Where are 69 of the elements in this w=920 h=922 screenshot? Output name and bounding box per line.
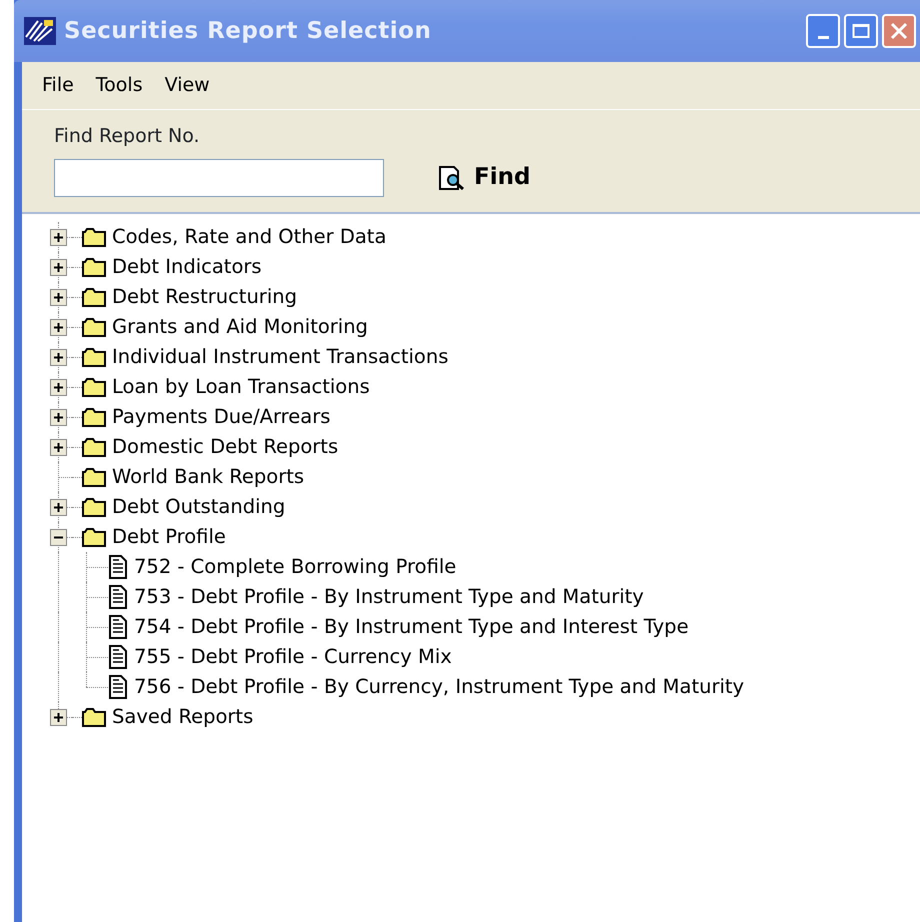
- document-icon: [108, 615, 128, 639]
- expand-toggle[interactable]: [50, 439, 67, 456]
- app-logo-icon: [24, 17, 56, 45]
- expand-toggle[interactable]: [50, 409, 67, 426]
- plus-icon: [54, 233, 63, 242]
- folder-icon: [82, 377, 106, 397]
- folder-node[interactable]: Payments Due/Arrears: [112, 402, 330, 432]
- plus-icon: [54, 293, 63, 302]
- folder-node[interactable]: Codes, Rate and Other Data: [112, 222, 386, 252]
- folder-node[interactable]: Grants and Aid Monitoring: [112, 312, 368, 342]
- plus-icon: [54, 353, 63, 362]
- folder-node[interactable]: World Bank Reports: [112, 462, 304, 492]
- minimize-icon: [818, 36, 828, 38]
- expand-toggle[interactable]: [50, 349, 67, 366]
- plus-icon: [54, 263, 63, 272]
- folder-icon: [82, 467, 106, 487]
- expand-toggle[interactable]: [50, 289, 67, 306]
- folder-node[interactable]: Debt Indicators: [112, 252, 262, 282]
- document-icon: [108, 645, 128, 669]
- report-node[interactable]: 752 - Complete Borrowing Profile: [134, 552, 456, 582]
- maximize-icon: [852, 23, 870, 39]
- collapse-toggle[interactable]: [50, 529, 67, 546]
- folder-node[interactable]: Saved Reports: [112, 702, 254, 732]
- report-node[interactable]: 753 - Debt Profile - By Instrument Type and Maturity: [134, 582, 644, 612]
- find-label: Find Report No.: [54, 124, 201, 149]
- maximize-button[interactable]: [844, 14, 878, 48]
- plus-icon: [54, 413, 63, 422]
- close-icon: [890, 22, 908, 40]
- find-button[interactable]: Find: [438, 160, 530, 195]
- report-node[interactable]: 755 - Debt Profile - Currency Mix: [134, 642, 452, 672]
- document-icon: [108, 555, 128, 579]
- menu-item[interactable]: Tools: [96, 71, 143, 100]
- expand-toggle[interactable]: [50, 379, 67, 396]
- folder-node[interactable]: Loan by Loan Transactions: [112, 372, 370, 402]
- report-node[interactable]: 754 - Debt Profile - By Instrument Type and Interest Type: [134, 612, 689, 642]
- expand-toggle[interactable]: [50, 259, 67, 276]
- report-number-field[interactable]: [54, 158, 384, 196]
- minimize-button[interactable]: [806, 14, 840, 48]
- folder-node[interactable]: Debt Restructuring: [112, 282, 297, 312]
- folder-icon: [82, 347, 106, 367]
- plus-icon: [54, 503, 63, 512]
- folder-node[interactable]: Debt Outstanding: [112, 492, 286, 522]
- folder-icon: [82, 527, 106, 547]
- plus-icon: [54, 713, 63, 722]
- folder-icon: [82, 287, 106, 307]
- folder-icon: [82, 317, 106, 337]
- folder-node[interactable]: Individual Instrument Transactions: [112, 342, 448, 372]
- folder-icon: [82, 257, 106, 277]
- close-button[interactable]: [882, 14, 916, 48]
- report-node[interactable]: 756 - Debt Profile - By Currency, Instrument Type and Maturity: [134, 672, 744, 702]
- document-icon: [108, 675, 128, 699]
- plus-icon: [54, 443, 63, 452]
- menu-item[interactable]: File: [42, 71, 74, 100]
- document-icon: [108, 585, 128, 609]
- folder-icon: [82, 497, 106, 517]
- folder-icon: [82, 437, 106, 457]
- folder-icon: [82, 227, 106, 247]
- window-title: Securities Report Selection: [64, 16, 432, 46]
- folder-node[interactable]: Domestic Debt Reports: [112, 432, 338, 462]
- folder-icon: [82, 707, 106, 727]
- expand-toggle[interactable]: [50, 319, 67, 336]
- expand-toggle[interactable]: [50, 709, 67, 726]
- folder-icon: [82, 407, 106, 427]
- plus-icon: [54, 383, 63, 392]
- plus-icon: [54, 323, 63, 332]
- expand-toggle[interactable]: [50, 499, 67, 516]
- expand-toggle[interactable]: [50, 229, 67, 246]
- menu-item[interactable]: View: [164, 71, 210, 100]
- folder-node[interactable]: Debt Profile: [112, 522, 226, 552]
